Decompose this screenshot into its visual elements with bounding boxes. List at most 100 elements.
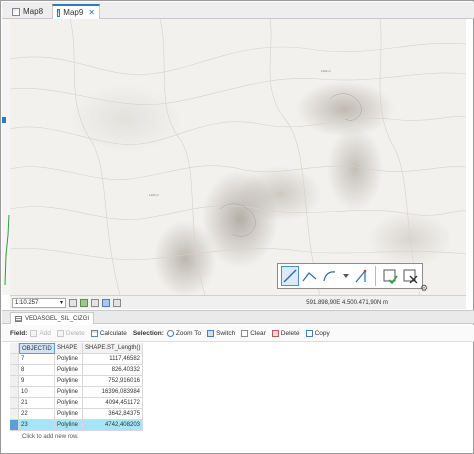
tab-label: Map8: [23, 7, 44, 16]
length-cell[interactable]: 4094,451172: [83, 398, 143, 409]
table-icon: [15, 315, 22, 322]
objectid-cell[interactable]: 23: [19, 420, 55, 431]
arc-icon: [323, 271, 336, 282]
attribute-grid: OBJECTID SHAPE SHAPE.ST_Length() 7 Polyl…: [10, 343, 466, 449]
objectid-cell[interactable]: 7: [19, 354, 55, 365]
cancel-sketch-button[interactable]: [401, 266, 419, 286]
add-field-button[interactable]: Add: [30, 329, 51, 337]
map-icon: [57, 8, 61, 17]
button-label: Delete: [65, 329, 85, 337]
close-tab-icon[interactable]: ✕: [88, 8, 95, 17]
zoom-to-button[interactable]: Zoom To: [166, 329, 202, 337]
tab-map8[interactable]: Map8: [8, 4, 50, 19]
right-angle-icon: [355, 269, 367, 283]
map-status-bar: 1:10.257 ▾ 591.898,90E 4.500.471,90N m: [10, 295, 466, 309]
delete-field-button[interactable]: Delete: [56, 329, 85, 337]
tab-attribute-table[interactable]: VEDASGEL_SIL_CIZGI: [10, 312, 95, 324]
panel-marker: [2, 117, 6, 123]
objectid-cell[interactable]: 9: [19, 376, 55, 387]
layer-line-feature: [4, 215, 10, 285]
column-header-length[interactable]: SHAPE.ST_Length(): [83, 343, 143, 354]
shape-cell[interactable]: Polyline: [55, 387, 83, 398]
map-icon: [12, 7, 20, 16]
length-cell[interactable]: 752,916016: [83, 376, 143, 387]
row-selector[interactable]: [10, 420, 19, 431]
shape-cell[interactable]: Polyline: [55, 420, 83, 431]
add-field-icon: [30, 329, 38, 337]
button-label: Add: [39, 329, 51, 337]
shape-cell[interactable]: Polyline: [55, 354, 83, 365]
shape-cell[interactable]: Polyline: [55, 365, 83, 376]
clear-selection-button[interactable]: Clear: [241, 329, 266, 337]
field-label: Field:: [10, 329, 28, 337]
shape-cell[interactable]: Polyline: [55, 376, 83, 387]
row-selector[interactable]: [10, 398, 19, 409]
line-icon: [283, 269, 297, 283]
row-selector[interactable]: [10, 409, 19, 420]
button-label: Zoom To: [175, 329, 202, 337]
shape-cell[interactable]: Polyline: [55, 409, 83, 420]
button-label: Delete: [280, 329, 300, 337]
add-new-row[interactable]: Click to add new row.: [10, 432, 466, 442]
row-selector-header[interactable]: [10, 343, 19, 354]
elevation-label: 1100 m: [321, 69, 331, 73]
button-label: Copy: [314, 329, 330, 337]
objectid-cell[interactable]: 21: [19, 398, 55, 409]
row-selector[interactable]: [10, 387, 19, 398]
zoom-to-icon: [166, 329, 174, 337]
scale-selector[interactable]: 1:10.257 ▾: [12, 297, 66, 308]
delete-field-icon: [56, 329, 64, 337]
map-view[interactable]: 1100 m 1100 m: [10, 19, 466, 295]
attribute-table-tab-strip: VEDASGEL_SIL_CIZGI: [2, 310, 474, 324]
column-header-objectid[interactable]: OBJECTID: [19, 343, 55, 354]
shape-cell[interactable]: Polyline: [55, 398, 83, 409]
switch-selection-button[interactable]: Switch: [207, 329, 236, 337]
length-cell[interactable]: 826,40332: [83, 365, 143, 376]
application-frame: Map8 Map9 ✕ 1100 m 1100 m ⚙ 1:10.257 ▾ 5…: [0, 0, 474, 454]
column-header-shape[interactable]: SHAPE: [55, 343, 83, 354]
row-selector[interactable]: [10, 354, 19, 365]
coordinate-readout: 591.898,90E 4.500.471,90N m: [306, 299, 388, 306]
grid-icon[interactable]: [91, 298, 99, 307]
button-label: Switch: [216, 329, 236, 337]
tab-label: Map9: [63, 8, 84, 17]
elevation-label: 1100 m: [149, 193, 159, 197]
line-tool-button[interactable]: [281, 266, 300, 286]
tab-map9[interactable]: Map9 ✕: [52, 4, 100, 19]
objectid-cell[interactable]: 8: [19, 365, 55, 376]
toolbar-separator: [375, 266, 377, 286]
row-selector[interactable]: [10, 376, 19, 387]
finish-sketch-button[interactable]: [381, 266, 399, 286]
calculator-icon: [90, 329, 98, 337]
table-row-selected[interactable]: 23 Polyline 4742,408203: [10, 420, 466, 431]
fixed-zoom-icon[interactable]: [69, 298, 77, 307]
objectid-cell[interactable]: 22: [19, 409, 55, 420]
pause-drawing-icon[interactable]: [102, 298, 110, 307]
tab-label: VEDASGEL_SIL_CIZGI: [25, 315, 90, 322]
length-cell[interactable]: 4742,408203: [83, 420, 143, 431]
gear-icon[interactable]: ⚙: [420, 283, 428, 294]
arc-tool-button[interactable]: [321, 266, 339, 286]
polyline-tool-button[interactable]: [301, 266, 319, 286]
snapping-icon[interactable]: [80, 298, 88, 307]
calculate-button[interactable]: Calculate: [90, 329, 127, 337]
delete-icon: [271, 329, 279, 337]
length-cell[interactable]: 3642,84375: [83, 409, 143, 420]
polyline-icon: [302, 272, 317, 282]
row-selector[interactable]: [10, 365, 19, 376]
length-cell[interactable]: 16396,083984: [83, 387, 143, 398]
delete-selection-button[interactable]: Delete: [271, 329, 300, 337]
right-angle-tool-button[interactable]: [352, 266, 370, 286]
copy-selection-button[interactable]: Copy: [305, 329, 330, 337]
cancel-sketch-icon: [403, 269, 418, 284]
chevron-down-icon: [342, 274, 349, 278]
selection-label: Selection:: [132, 329, 164, 337]
copy-icon: [305, 329, 313, 337]
refresh-icon[interactable]: [113, 298, 121, 307]
length-cell[interactable]: 1117,46582: [83, 354, 143, 365]
clear-icon: [241, 329, 249, 337]
arc-options-dropdown[interactable]: [341, 266, 350, 286]
objectid-cell[interactable]: 10: [19, 387, 55, 398]
finish-sketch-icon: [383, 269, 398, 284]
button-label: Clear: [250, 329, 266, 337]
